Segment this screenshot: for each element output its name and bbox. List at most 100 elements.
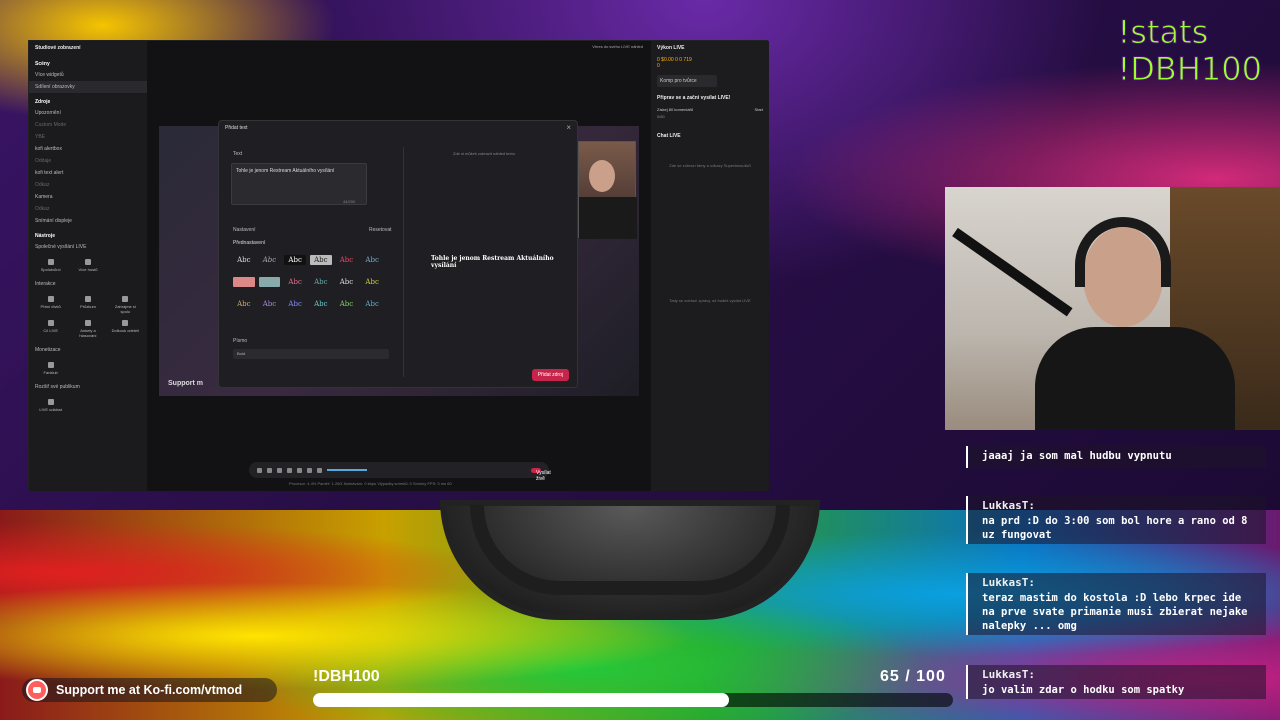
preset-item[interactable]: Abc xyxy=(233,299,255,309)
volume-slider[interactable] xyxy=(327,469,367,471)
dbh-command: !DBH100 xyxy=(1117,50,1263,88)
chat-message: jaaaj ja som mal hudbu vypnutu xyxy=(966,446,1266,468)
preset-item[interactable] xyxy=(233,277,255,287)
tool-item[interactable]: Více hostů xyxy=(72,259,103,272)
tool-label: Ankety a hlasování xyxy=(79,328,97,338)
preset-item[interactable]: Abc xyxy=(284,277,306,287)
preset-item[interactable] xyxy=(258,277,281,287)
command-overlay: !stats !DBH100 xyxy=(1117,13,1263,88)
preset-item[interactable]: Abc xyxy=(336,299,358,309)
kofi-banner: Support me at Ko-fi.com/vtmod xyxy=(22,678,277,702)
preset-item[interactable]: Abc xyxy=(310,299,332,309)
preset-item[interactable]: Abc xyxy=(309,255,332,265)
source-item[interactable]: kofi alertbox xyxy=(29,143,147,155)
goal-start-button[interactable]: Start xyxy=(755,107,763,112)
sources-label: Zdroje xyxy=(35,99,51,105)
tool-item[interactable]: Fanklub xyxy=(35,362,66,375)
tool-item[interactable]: Průzkum xyxy=(72,296,103,314)
stat-value: $0.00 xyxy=(661,57,674,63)
gear-ring xyxy=(470,505,790,595)
headphones xyxy=(1075,217,1171,287)
tool-item[interactable]: Spolutvůrci xyxy=(35,259,66,272)
preset-item[interactable]: Abc xyxy=(233,255,255,265)
reset-button[interactable]: Resetovat xyxy=(369,227,392,233)
source-item[interactable]: Upozornění xyxy=(29,107,147,119)
prepare-label: Připrav se a začni vysílat LIVE! xyxy=(657,95,731,101)
chat-message: LukkasT: teraz mastim do kostola :D lebo… xyxy=(966,573,1266,635)
add-text-dialog: Přidat text × Text Tohle je jenom Restre… xyxy=(218,120,578,388)
source-item[interactable]: YBE xyxy=(29,131,147,143)
superfan-hint: Zde se zobrazí fámy a odkazy Superfanouš… xyxy=(669,163,751,168)
goal-current: 65 xyxy=(880,668,900,685)
tool-item[interactable]: Zahrajme si spolu xyxy=(110,296,141,314)
small-webcam-preview xyxy=(578,141,637,239)
text-preview: Tohle je jenom Restream Aktuálního vysíl… xyxy=(431,255,554,269)
source-item[interactable]: Snímání displeje xyxy=(29,215,147,227)
tool-item[interactable]: Přání dívků xyxy=(35,296,66,314)
webcam-feed xyxy=(945,187,1280,430)
goal-item-progress: 0/80 xyxy=(657,114,665,119)
go-live-button[interactable]: Vysílat živě xyxy=(531,467,551,482)
dialog-title: Přidat text xyxy=(225,125,248,131)
char-counter: 44/200 xyxy=(343,199,356,204)
preset-item[interactable]: Abc xyxy=(259,299,281,309)
tool-icon[interactable] xyxy=(257,467,262,473)
go-live-preview-toggle[interactable]: Vhres do svého LIVE náhled xyxy=(592,44,643,49)
studio-left-panel: Studiové zobrazení Scény Více widgetů Sd… xyxy=(29,41,147,491)
tool-item[interactable]: LIVE událost xyxy=(35,399,66,412)
source-item[interactable]: Kamera xyxy=(29,191,147,203)
source-item[interactable]: Odkaz xyxy=(29,203,147,215)
source-item[interactable]: Custom Mode xyxy=(29,119,147,131)
add-source-button[interactable]: Přidat zdroj xyxy=(531,369,569,381)
chat-empty-hint: Tady se zobrazí zprávy, až budeš vysílat… xyxy=(669,298,751,303)
preset-item[interactable]: Abc xyxy=(361,299,383,309)
tool-item[interactable]: Cíl LIVE xyxy=(35,320,66,338)
tool-icon xyxy=(47,259,54,265)
studio-view-header[interactable]: Studiové zobrazení xyxy=(29,41,147,55)
chat-text: jo valim zdar o hodku som spatky xyxy=(982,684,1185,696)
preset-item[interactable]: Abc xyxy=(284,299,306,309)
tool-icon[interactable] xyxy=(277,467,282,473)
tool-icon[interactable] xyxy=(267,467,272,473)
source-item[interactable]: kofi text alert xyxy=(29,167,147,179)
person-torso xyxy=(1035,327,1235,430)
close-icon[interactable]: × xyxy=(566,123,571,132)
goal-item[interactable]: Získej 80 komentářů Start xyxy=(651,105,769,114)
tool-item[interactable]: Ankety a hlasování xyxy=(72,320,103,338)
tool-label: LIVE událost xyxy=(39,407,62,412)
person-head xyxy=(589,160,615,192)
tool-label: Spolutvůrci xyxy=(40,267,61,272)
creator-kit-button[interactable]: Komp pro tvůrce xyxy=(657,75,717,87)
volume-icon[interactable] xyxy=(317,467,322,473)
live-stats: 0 $0.00 0 0 719 0 xyxy=(651,55,769,71)
tool-label: Cíl LIVE xyxy=(43,328,58,333)
source-item[interactable]: Oddaje xyxy=(29,155,147,167)
tool-icon[interactable] xyxy=(297,467,302,473)
tool-icon xyxy=(84,320,91,326)
tool-label: Fanklub xyxy=(43,370,58,375)
preset-item[interactable]: Abc xyxy=(361,255,383,265)
preset-item[interactable]: Abc xyxy=(336,255,358,265)
tool-item[interactable]: Dolkouk odeteil xyxy=(110,320,141,338)
goal-separator: / xyxy=(905,668,911,685)
presets-label: Přednastavení xyxy=(233,240,266,246)
scene-item[interactable]: Sdílení obrazovky xyxy=(29,81,147,93)
goal-item-label: Získej 80 komentářů xyxy=(657,107,694,112)
chat-message: LukkasT: jo valim zdar o hodku som spatk… xyxy=(966,665,1266,699)
tool-icon xyxy=(122,320,129,326)
preset-item[interactable]: Abc xyxy=(284,255,306,265)
preset-item[interactable]: Abc xyxy=(361,277,383,287)
stat-value: 0 xyxy=(679,57,683,63)
tool-icon[interactable] xyxy=(307,467,312,473)
preset-item[interactable]: Abc xyxy=(259,255,281,265)
tool-icon xyxy=(47,362,54,368)
studio-toolbar: Vysílat živě xyxy=(249,462,551,482)
preset-item[interactable]: Abc xyxy=(310,277,332,287)
monetize-label: Monetizace xyxy=(35,347,61,353)
tools-grid: Spolutvůrci Více hostů xyxy=(29,253,147,278)
preset-item[interactable]: Abc xyxy=(336,277,358,287)
font-select[interactable]: Bold xyxy=(233,349,389,359)
source-item[interactable]: Odkaz xyxy=(29,179,147,191)
scene-item[interactable]: Více widgetů xyxy=(29,69,147,81)
tool-icon[interactable] xyxy=(287,467,292,473)
